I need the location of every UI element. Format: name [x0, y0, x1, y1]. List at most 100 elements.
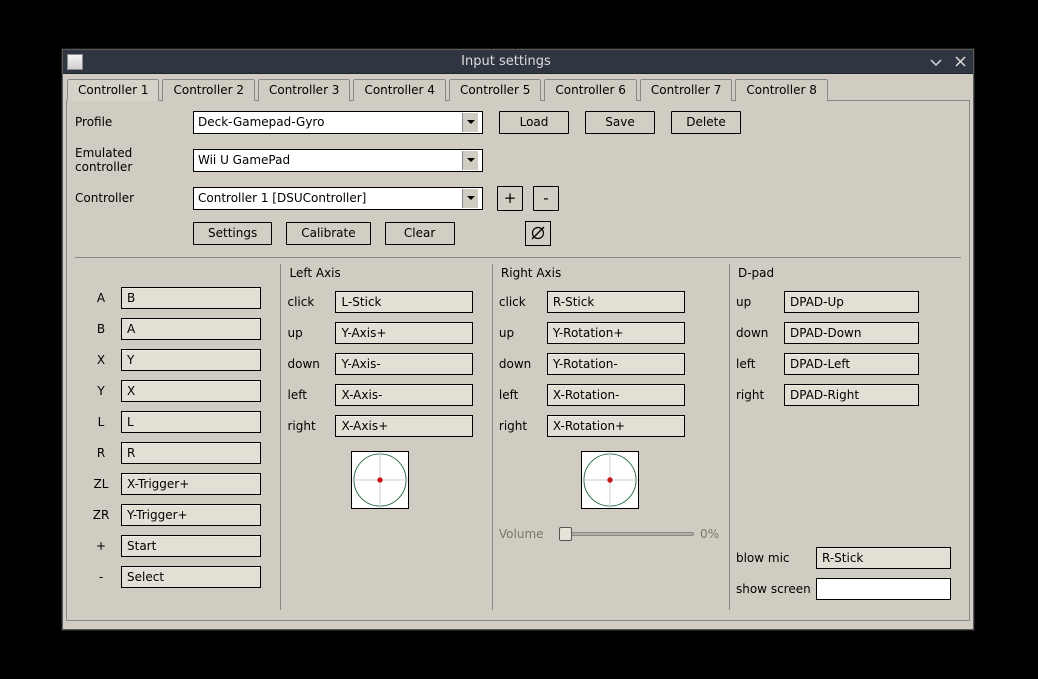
tab-controller-3[interactable]: Controller 3: [258, 79, 350, 101]
dpad-panel: D-pad upDPAD-UpdownDPAD-DownleftDPAD-Lef…: [729, 264, 961, 610]
settings-button[interactable]: Settings: [193, 222, 272, 245]
right-stick-preview: [581, 451, 639, 509]
emulated-controller-value: Wii U GamePad: [198, 153, 290, 167]
left-axis-field-down[interactable]: Y-Axis-: [335, 353, 473, 375]
dpad-label-right: right: [736, 388, 784, 402]
button-field-L[interactable]: L: [121, 411, 261, 433]
app-icon: [67, 54, 83, 70]
tabs-bar: Controller 1Controller 2Controller 3Cont…: [67, 78, 970, 100]
right-axis-label-right: right: [499, 419, 547, 433]
button-field--[interactable]: Select: [121, 566, 261, 588]
titlebar: Input settings: [63, 50, 973, 74]
close-button[interactable]: [951, 54, 969, 70]
left-axis-label-up: up: [287, 326, 335, 340]
tab-controller-2[interactable]: Controller 2: [162, 79, 254, 101]
left-axis-label-click: click: [287, 295, 335, 309]
blow-mic-label: blow mic: [736, 551, 816, 565]
tab-controller-1[interactable]: Controller 1: [67, 79, 159, 101]
button-label-R: R: [81, 446, 121, 460]
emulated-controller-label: Emulated controller: [75, 146, 193, 174]
button-field-ZL[interactable]: X-Trigger+: [121, 473, 261, 495]
emulated-controller-combo[interactable]: Wii U GamePad: [193, 149, 483, 172]
right-axis-label-down: down: [499, 357, 547, 371]
button-field-B[interactable]: A: [121, 318, 261, 340]
button-label-+: +: [81, 539, 121, 553]
left-axis-title: Left Axis: [289, 266, 481, 280]
button-field-Y[interactable]: X: [121, 380, 261, 402]
add-controller-button[interactable]: +: [497, 186, 523, 211]
profile-combo[interactable]: Deck-Gamepad-Gyro: [193, 111, 483, 134]
left-axis-label-right: right: [287, 419, 335, 433]
left-axis-label-down: down: [287, 357, 335, 371]
left-axis-panel: Left Axis clickL-StickupY-Axis+downY-Axi…: [280, 264, 491, 610]
tab-controller-4[interactable]: Controller 4: [353, 79, 445, 101]
button-label-L: L: [81, 415, 121, 429]
tab-controller-8[interactable]: Controller 8: [735, 79, 827, 101]
delete-button[interactable]: Delete: [671, 111, 741, 134]
dpad-label-up: up: [736, 295, 784, 309]
show-screen-label: show screen: [736, 582, 816, 596]
show-screen-field[interactable]: [816, 578, 951, 600]
button-label-A: A: [81, 291, 121, 305]
right-axis-title: Right Axis: [501, 266, 719, 280]
button-label-B: B: [81, 322, 121, 336]
dpad-field-up[interactable]: DPAD-Up: [784, 291, 919, 313]
dpad-field-down[interactable]: DPAD-Down: [784, 322, 919, 344]
dpad-field-right[interactable]: DPAD-Right: [784, 384, 919, 406]
controller-label: Controller: [75, 191, 193, 205]
button-label--: -: [81, 570, 121, 584]
right-axis-label-click: click: [499, 295, 547, 309]
chevron-down-icon: [462, 151, 478, 170]
tab-controller-5[interactable]: Controller 5: [449, 79, 541, 101]
right-axis-field-click[interactable]: R-Stick: [547, 291, 685, 313]
right-axis-panel: Right Axis clickR-StickupY-Rotation+down…: [492, 264, 729, 610]
volume-value: 0%: [700, 527, 719, 541]
button-field-+[interactable]: Start: [121, 535, 261, 557]
left-stick-preview: [351, 451, 409, 509]
button-field-ZR[interactable]: Y-Trigger+: [121, 504, 261, 526]
dpad-field-left[interactable]: DPAD-Left: [784, 353, 919, 375]
remove-controller-button[interactable]: -: [533, 186, 559, 211]
left-axis-label-left: left: [287, 388, 335, 402]
volume-slider[interactable]: [561, 532, 694, 536]
button-field-R[interactable]: R: [121, 442, 261, 464]
left-axis-field-left[interactable]: X-Axis-: [335, 384, 473, 406]
tab-body: Profile Deck-Gamepad-Gyro Load Save Dele…: [66, 100, 970, 621]
chevron-down-icon: [462, 189, 478, 208]
save-button[interactable]: Save: [585, 111, 655, 134]
test-motion-button[interactable]: [525, 221, 551, 246]
dpad-title: D-pad: [738, 266, 951, 280]
dpad-label-down: down: [736, 326, 784, 340]
volume-label: Volume: [499, 527, 555, 541]
controller-combo[interactable]: Controller 1 [DSUController]: [193, 187, 483, 210]
right-axis-field-right[interactable]: X-Rotation+: [547, 415, 685, 437]
minimize-button[interactable]: [927, 54, 945, 70]
button-label-ZL: ZL: [81, 477, 121, 491]
calibrate-button[interactable]: Calibrate: [286, 222, 370, 245]
tab-controller-6[interactable]: Controller 6: [544, 79, 636, 101]
window: Input settings Controller 1Controller 2C…: [62, 49, 974, 630]
button-field-X[interactable]: Y: [121, 349, 261, 371]
right-axis-label-left: left: [499, 388, 547, 402]
right-axis-field-up[interactable]: Y-Rotation+: [547, 322, 685, 344]
button-label-X: X: [81, 353, 121, 367]
blow-mic-field[interactable]: R-Stick: [816, 547, 951, 569]
button-field-A[interactable]: B: [121, 287, 261, 309]
right-axis-label-up: up: [499, 326, 547, 340]
chevron-down-icon: [462, 113, 478, 132]
profile-label: Profile: [75, 115, 193, 129]
tab-controller-7[interactable]: Controller 7: [640, 79, 732, 101]
window-title: Input settings: [91, 54, 921, 69]
right-axis-field-down[interactable]: Y-Rotation-: [547, 353, 685, 375]
dpad-label-left: left: [736, 357, 784, 371]
left-axis-field-up[interactable]: Y-Axis+: [335, 322, 473, 344]
controller-value: Controller 1 [DSUController]: [198, 191, 366, 205]
left-axis-field-right[interactable]: X-Axis+: [335, 415, 473, 437]
button-label-ZR: ZR: [81, 508, 121, 522]
right-axis-field-left[interactable]: X-Rotation-: [547, 384, 685, 406]
left-axis-field-click[interactable]: L-Stick: [335, 291, 473, 313]
clear-button[interactable]: Clear: [385, 222, 455, 245]
load-button[interactable]: Load: [499, 111, 569, 134]
profile-value: Deck-Gamepad-Gyro: [198, 115, 324, 129]
button-label-Y: Y: [81, 384, 121, 398]
